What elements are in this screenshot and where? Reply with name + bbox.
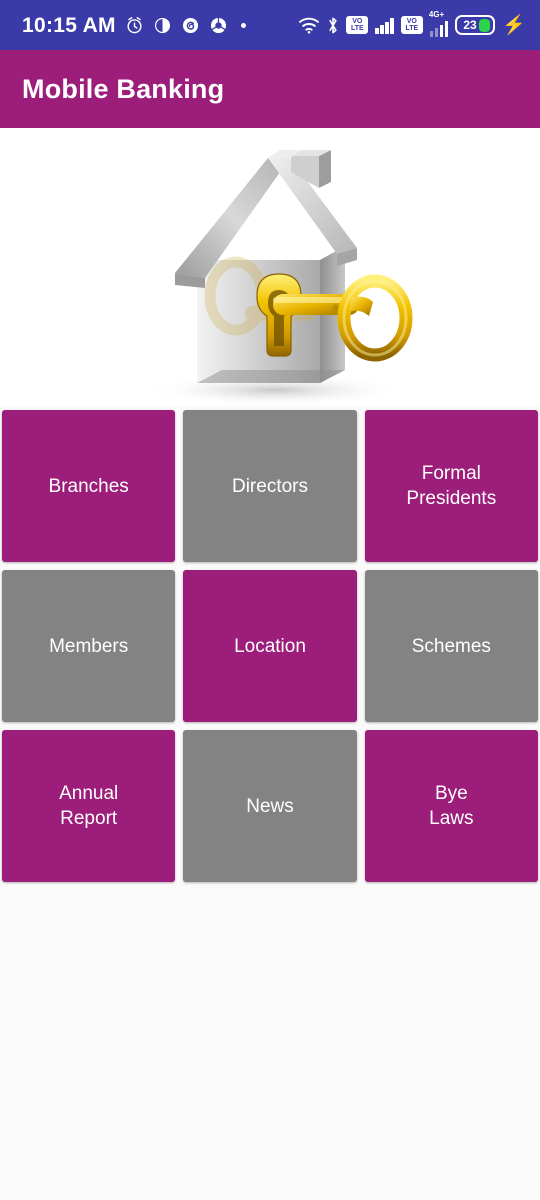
tile-directors[interactable]: Directors xyxy=(183,410,357,562)
tile-label: Location xyxy=(234,635,306,657)
battery-indicator: 23 xyxy=(455,15,496,35)
tile-label: Branches xyxy=(48,475,129,497)
page-title: Mobile Banking xyxy=(22,73,225,104)
battery-level-fill xyxy=(479,18,491,32)
status-bar-clock: 10:15 AM xyxy=(22,13,116,37)
charging-bolt-icon: ⚡ xyxy=(502,14,526,36)
tile-branches[interactable]: Branches xyxy=(2,410,176,562)
volte-sim2-icon: VO LTE xyxy=(400,16,423,34)
tile-label: News xyxy=(246,795,294,817)
app-screen: 10:15 AM VO LTE VO LTE 4G+ 23 ⚡ Mobile B… xyxy=(0,0,540,1200)
tile-members[interactable]: Members xyxy=(2,570,176,722)
chrome-browser-icon xyxy=(209,16,228,35)
house-with-key-image xyxy=(0,128,540,406)
tile-label: Schemes xyxy=(411,635,491,657)
status-bar-left: 10:15 AM xyxy=(22,15,298,36)
tile-label: Formal Presidents xyxy=(406,463,497,509)
app-bar: Mobile Banking xyxy=(0,50,540,128)
tile-label: Annual Report xyxy=(59,783,119,829)
wifi-icon xyxy=(298,16,320,34)
signal-sim2-4g-icon: 4G+ xyxy=(428,9,449,37)
signal-sim1-icon xyxy=(375,17,394,34)
tile-formal-presidents[interactable]: Formal Presidents xyxy=(364,410,538,562)
clock-half-icon xyxy=(153,16,172,35)
tile-location[interactable]: Location xyxy=(183,570,357,722)
notification-dot-icon xyxy=(240,22,246,28)
spiral-app-icon xyxy=(181,16,200,35)
tile-label: Bye Laws xyxy=(429,783,474,829)
tile-schemes[interactable]: Schemes xyxy=(364,570,538,722)
tile-label: Members xyxy=(49,635,129,657)
alarm-clock-icon xyxy=(125,16,144,35)
bluetooth-icon xyxy=(327,16,339,35)
battery-percent-label: 23 xyxy=(463,18,477,32)
volte-sim1-icon: VO LTE xyxy=(346,16,369,34)
feature-grid: Branches Directors Formal Presidents Mem… xyxy=(0,406,540,882)
tile-news[interactable]: News xyxy=(183,730,357,882)
tile-label: Directors xyxy=(231,475,308,497)
status-bar-right: VO LTE VO LTE 4G+ 23 ⚡ xyxy=(298,9,526,37)
tile-bye-laws[interactable]: Bye Laws xyxy=(364,730,538,882)
network-type-label: 4G+ xyxy=(428,9,445,19)
tile-annual-report[interactable]: Annual Report xyxy=(2,730,176,882)
status-bar: 10:15 AM VO LTE VO LTE 4G+ 23 ⚡ xyxy=(0,0,540,50)
